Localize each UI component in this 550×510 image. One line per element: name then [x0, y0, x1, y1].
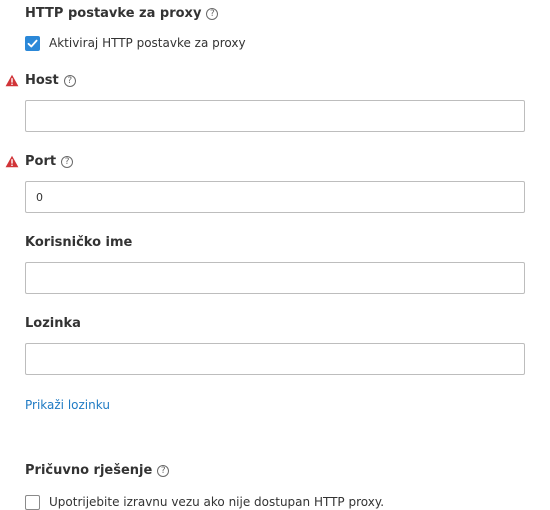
direct-connection-checkbox[interactable]	[25, 494, 40, 510]
proxy-section-title-text: HTTP postavke za proxy	[25, 6, 202, 21]
fallback-section-title: Pričuvno rješenje?	[25, 463, 170, 479]
username-label: Korisničko ime	[25, 235, 133, 250]
port-warning-icon	[5, 155, 19, 168]
host-label: Host?	[25, 73, 76, 89]
port-label-text: Port	[25, 154, 57, 169]
help-icon[interactable]: ?	[157, 465, 170, 477]
help-icon[interactable]: ?	[206, 8, 219, 20]
checkmark-icon	[27, 39, 38, 47]
direct-connection-label: Upotrijebite izravnu vezu ako nije dostu…	[49, 495, 385, 509]
fallback-section-title-text: Pričuvno rješenje	[25, 463, 153, 478]
port-label: Port?	[25, 154, 74, 170]
password-label: Lozinka	[25, 316, 81, 331]
username-input[interactable]	[25, 262, 525, 294]
enable-proxy-checkbox-row[interactable]: Aktiviraj HTTP postavke za proxy	[25, 35, 246, 51]
port-input[interactable]	[25, 181, 525, 213]
help-icon[interactable]: ?	[63, 75, 76, 87]
host-input[interactable]	[25, 100, 525, 132]
password-input[interactable]	[25, 343, 525, 375]
proxy-settings-page: HTTP postavke za proxy? Aktiviraj HTTP p…	[0, 0, 550, 510]
proxy-section-title: HTTP postavke za proxy?	[25, 6, 219, 22]
enable-proxy-checkbox[interactable]	[25, 35, 40, 51]
host-warning-icon	[5, 74, 19, 87]
show-password-link[interactable]: Prikaži lozinku	[25, 397, 110, 413]
enable-proxy-label: Aktiviraj HTTP postavke za proxy	[49, 36, 246, 50]
host-label-text: Host	[25, 73, 59, 88]
direct-connection-checkbox-row[interactable]: Upotrijebite izravnu vezu ako nije dostu…	[25, 494, 384, 510]
help-icon[interactable]: ?	[61, 156, 74, 168]
